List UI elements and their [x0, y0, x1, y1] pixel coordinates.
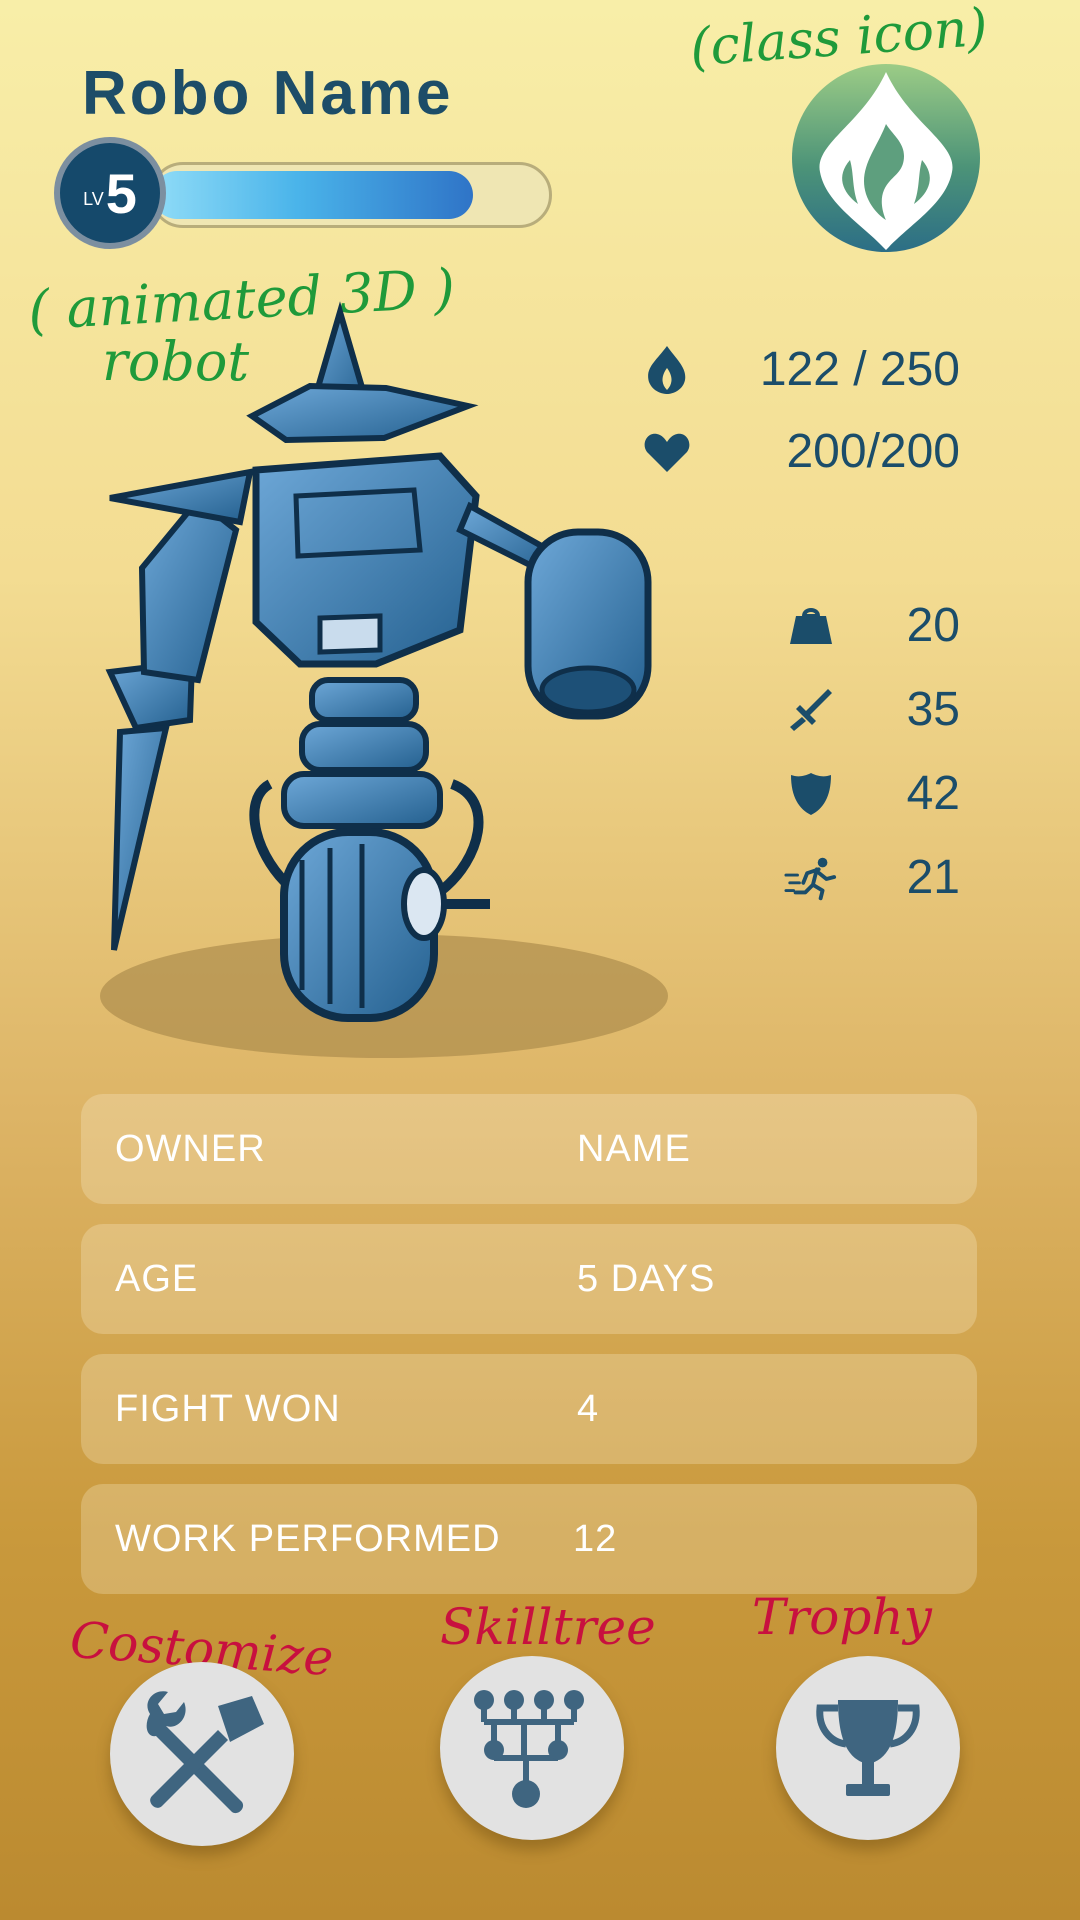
stat-speed: 21: [784, 850, 960, 905]
health-value: 200/200: [786, 425, 960, 478]
stat-health: 200/200: [640, 424, 960, 479]
info-row-work-performed: WORK PERFORMED 12: [81, 1484, 977, 1594]
class-icon[interactable]: [792, 64, 980, 252]
info-label: AGE: [115, 1258, 199, 1300]
xp-bar-fill: [153, 171, 473, 219]
stat-energy: 122 / 250: [640, 342, 960, 397]
running-icon: [784, 851, 838, 905]
stat-attack: 35: [784, 682, 960, 737]
trophy-note: Trophy: [752, 1588, 932, 1646]
info-label: FIGHT WON: [115, 1388, 341, 1430]
level-number: 5: [105, 161, 137, 225]
skilltree-note: Skilltree: [440, 1598, 656, 1656]
speed-value: 21: [906, 851, 960, 904]
energy-value: 122 / 250: [759, 343, 960, 396]
info-value: 5 DAYS: [577, 1258, 716, 1300]
flame-emblem-icon: [819, 72, 953, 250]
xp-bar: [150, 162, 552, 228]
info-row-age: AGE 5 DAYS: [81, 1224, 977, 1334]
class-icon-note: (class icon): [688, 0, 990, 79]
info-value: 4: [577, 1388, 600, 1430]
skill-tree-button[interactable]: [440, 1656, 624, 1840]
capacity-value: 20: [906, 599, 960, 652]
info-row-owner: OWNER NAME: [81, 1094, 977, 1204]
level-badge: LV 5: [54, 137, 166, 249]
heart-icon: [640, 425, 694, 479]
customize-button[interactable]: [110, 1662, 294, 1846]
weight-icon: [784, 599, 838, 653]
stat-defense: 42: [784, 766, 960, 821]
sword-icon: [784, 683, 838, 737]
robot-name: Robo Name: [82, 59, 454, 128]
attack-value: 35: [906, 683, 960, 736]
info-value: 12: [573, 1518, 618, 1560]
info-row-fights-won: FIGHT WON 4: [81, 1354, 977, 1464]
level-prefix: LV: [83, 188, 104, 209]
shield-icon: [784, 767, 838, 821]
info-label: OWNER: [115, 1128, 266, 1170]
tools-icon: [146, 1691, 264, 1814]
flame-icon: [640, 343, 694, 397]
robot-illustration[interactable]: [80, 300, 680, 1070]
skill-tree-icon: [474, 1690, 584, 1808]
trophy-button[interactable]: [776, 1656, 960, 1840]
defense-value: 42: [906, 767, 960, 820]
trophy-icon: [816, 1700, 920, 1796]
info-label: WORK PERFORMED: [115, 1518, 501, 1560]
info-value: NAME: [577, 1128, 691, 1170]
stat-capacity: 20: [784, 598, 960, 653]
